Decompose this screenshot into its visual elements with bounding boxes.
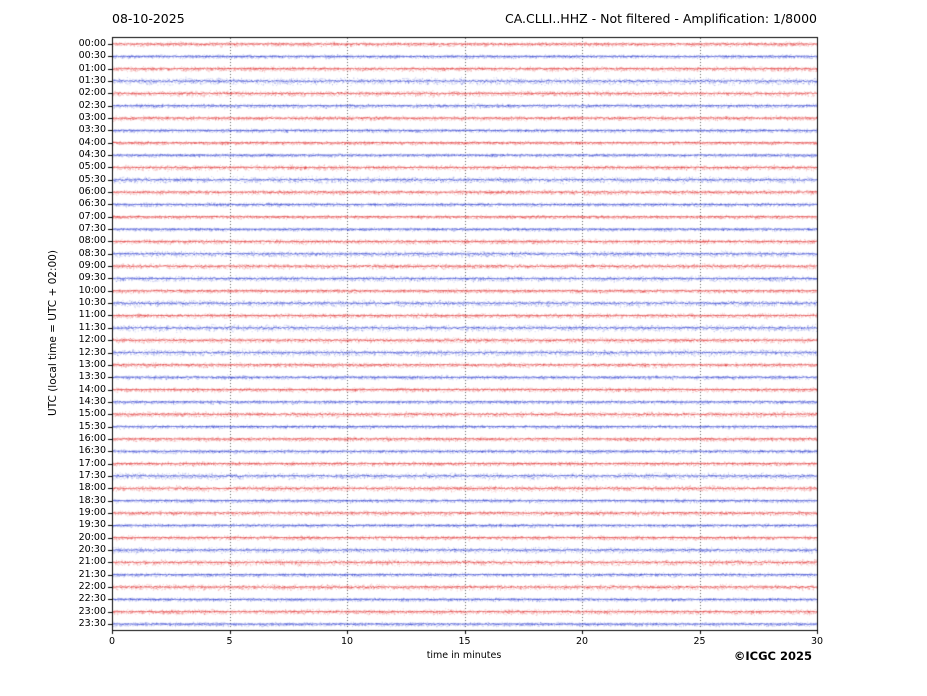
y-tick-label: 01:30 [78, 75, 106, 87]
x-tick-label: 30 [810, 636, 824, 647]
y-tick-label: 17:00 [78, 457, 106, 469]
y-tick-label: 11:30 [78, 321, 106, 333]
y-tick-label: 00:00 [78, 38, 106, 49]
y-tick-label: 15:00 [78, 408, 106, 420]
y-tick-label: 16:30 [78, 445, 106, 457]
y-tick-label: 00:30 [78, 50, 106, 62]
y-tick-label: 23:30 [78, 618, 106, 629]
y-tick-label: 10:00 [78, 284, 106, 296]
y-tick-label: 12:00 [78, 334, 106, 346]
copyright-text: ©ICGC 2025 [733, 649, 812, 663]
y-tick-label: 05:30 [78, 173, 106, 185]
y-tick-label: 18:30 [78, 494, 106, 506]
x-tick-label: 5 [226, 636, 233, 647]
y-tick-label: 07:30 [78, 223, 106, 235]
y-tick-label: 18:00 [78, 482, 106, 494]
y-tick-label: 04:30 [78, 149, 106, 161]
y-tick-label: 07:00 [78, 210, 106, 222]
y-tick-label: 19:00 [78, 506, 106, 518]
y-tick-label: 08:30 [78, 247, 106, 259]
x-tick-label: 15 [458, 636, 471, 647]
y-tick-label: 02:30 [78, 99, 106, 111]
y-tick-label: 14:00 [78, 383, 106, 395]
y-tick-label: 11:00 [78, 309, 106, 321]
helicorder-traces-canvas [0, 0, 927, 696]
y-tick-label: 09:30 [78, 272, 106, 284]
x-tick-label: 0 [108, 636, 116, 647]
y-tick-label: 23:00 [78, 605, 106, 617]
y-tick-label: 15:30 [78, 420, 106, 432]
x-tick-label: 10 [340, 636, 354, 647]
y-tick-label: 06:00 [78, 186, 106, 198]
helicorder-figure: 08-10-2025 CA.CLLI..HHZ - Not filtered -… [0, 0, 927, 696]
x-axis-label: time in minutes [426, 650, 502, 661]
y-tick-label: 22:00 [78, 580, 106, 592]
y-tick-label: 05:00 [78, 161, 106, 173]
x-tick-label: 25 [693, 636, 706, 647]
y-tick-label: 04:00 [78, 136, 106, 148]
y-tick-label: 02:00 [78, 87, 106, 99]
station-title: CA.CLLI..HHZ - Not filtered - Amplificat… [504, 11, 817, 26]
y-tick-label: 10:30 [78, 297, 106, 309]
y-tick-label: 22:30 [78, 593, 106, 605]
y-tick-label: 06:30 [78, 198, 106, 210]
y-tick-label: 03:00 [78, 112, 106, 124]
y-tick-label: 17:30 [78, 469, 106, 481]
y-tick-label: 12:30 [78, 346, 106, 358]
y-tick-label: 13:30 [78, 371, 106, 383]
y-tick-label: 20:00 [78, 531, 106, 543]
date-title: 08-10-2025 [112, 11, 185, 26]
y-tick-label: 09:00 [78, 260, 106, 272]
y-tick-label: 13:00 [78, 358, 106, 370]
y-tick-label: 14:30 [78, 395, 106, 407]
x-tick-label: 20 [575, 636, 589, 647]
y-tick-label: 21:30 [78, 568, 106, 580]
y-tick-label: 19:30 [78, 519, 106, 531]
y-tick-label: 01:00 [78, 62, 106, 74]
y-tick-label: 21:00 [78, 556, 106, 568]
y-tick-label: 08:00 [78, 235, 106, 247]
y-tick-label: 16:00 [78, 432, 106, 444]
y-tick-label: 03:30 [78, 124, 106, 136]
y-tick-label: 20:30 [78, 543, 106, 555]
